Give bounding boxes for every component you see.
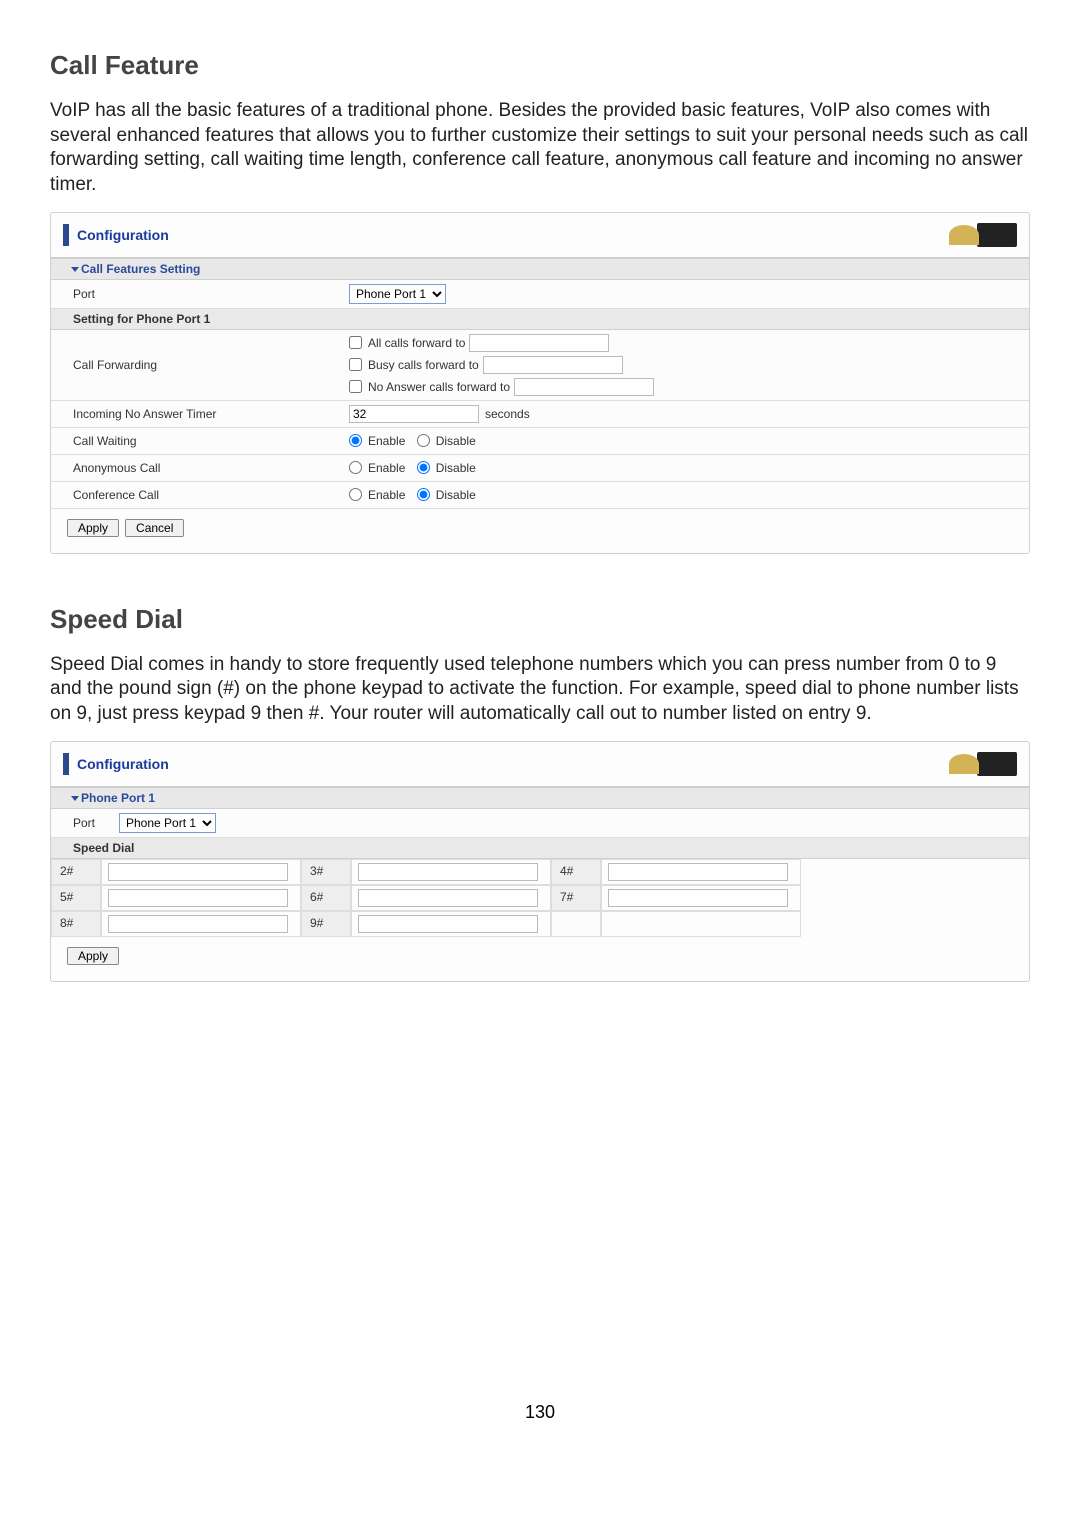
conference-call-disable-label: Disable <box>436 488 476 502</box>
noanswer-calls-forward-checkbox[interactable] <box>349 380 362 393</box>
conference-call-disable-radio[interactable] <box>417 488 430 501</box>
conference-call-enable-radio[interactable] <box>349 488 362 501</box>
sd-input-7[interactable] <box>608 889 788 907</box>
brand-logo <box>927 750 1017 778</box>
sd-label-4: 4# <box>551 859 601 885</box>
panel-header: Configuration <box>51 742 1029 787</box>
sd-input-3[interactable] <box>358 863 538 881</box>
sd-label-7: 7# <box>551 885 601 911</box>
all-calls-forward-label: All calls forward to <box>368 336 465 350</box>
call-features-setting-header[interactable]: Call Features Setting <box>51 258 1029 280</box>
call-waiting-disable-label: Disable <box>436 434 476 448</box>
speed-dial-panel: Configuration Phone Port 1 Port Phone Po… <box>50 741 1030 982</box>
panel-header: Configuration <box>51 213 1029 258</box>
page-number: 130 <box>50 1402 1030 1423</box>
sd-label-8: 8# <box>51 911 101 937</box>
apply-button[interactable]: Apply <box>67 519 119 537</box>
sd-input-6[interactable] <box>358 889 538 907</box>
anonymous-call-enable-radio[interactable] <box>349 461 362 474</box>
call-waiting-enable-radio[interactable] <box>349 434 362 447</box>
chevron-down-icon <box>71 267 79 272</box>
setting-for-port-header: Setting for Phone Port 1 <box>51 309 1029 330</box>
phone-port-1-header[interactable]: Phone Port 1 <box>51 787 1029 809</box>
cancel-button[interactable]: Cancel <box>125 519 184 537</box>
sd-input-5[interactable] <box>108 889 288 907</box>
busy-calls-forward-checkbox[interactable] <box>349 358 362 371</box>
panel-accent-bar <box>63 224 69 246</box>
call-forwarding-label: Call Forwarding <box>51 330 341 400</box>
anonymous-call-label: Anonymous Call <box>51 455 341 481</box>
sd-port-label: Port <box>51 809 111 837</box>
panel-title: Configuration <box>77 756 169 772</box>
all-calls-forward-checkbox[interactable] <box>349 336 362 349</box>
call-waiting-enable-label: Enable <box>368 434 405 448</box>
panel-accent-bar <box>63 753 69 775</box>
sd-label-2: 2# <box>51 859 101 885</box>
no-answer-timer-label: Incoming No Answer Timer <box>51 401 341 427</box>
call-feature-description: VoIP has all the basic features of a tra… <box>50 99 1030 198</box>
noanswer-calls-forward-label: No Answer calls forward to <box>368 380 510 394</box>
no-answer-timer-unit: seconds <box>485 407 530 421</box>
sd-label-3: 3# <box>301 859 351 885</box>
sd-empty <box>551 911 601 937</box>
sd-label-6: 6# <box>301 885 351 911</box>
all-calls-forward-input[interactable] <box>469 334 609 352</box>
sd-input-8[interactable] <box>108 915 288 933</box>
conference-call-label: Conference Call <box>51 482 341 508</box>
speed-dial-description: Speed Dial comes in handy to store frequ… <box>50 653 1030 727</box>
sd-input-9[interactable] <box>358 915 538 933</box>
brand-logo <box>927 221 1017 249</box>
call-feature-heading: Call Feature <box>50 50 1030 81</box>
sd-empty-cell <box>601 911 801 937</box>
sd-port-row: Port Phone Port 1 <box>51 809 1029 838</box>
anonymous-call-row: Anonymous Call Enable Disable <box>51 455 1029 482</box>
call-feature-panel: Configuration Call Features Setting Port… <box>50 212 1030 554</box>
call-forwarding-row: Call Forwarding All calls forward to Bus… <box>51 330 1029 401</box>
chevron-down-icon <box>71 796 79 801</box>
panel-title: Configuration <box>77 227 169 243</box>
busy-calls-forward-label: Busy calls forward to <box>368 358 479 372</box>
no-answer-timer-row: Incoming No Answer Timer seconds <box>51 401 1029 428</box>
conference-call-row: Conference Call Enable Disable <box>51 482 1029 509</box>
port-select[interactable]: Phone Port 1 <box>349 284 446 304</box>
anonymous-call-disable-label: Disable <box>436 461 476 475</box>
call-waiting-disable-radio[interactable] <box>417 434 430 447</box>
no-answer-timer-input[interactable] <box>349 405 479 423</box>
port-row: Port Phone Port 1 <box>51 280 1029 309</box>
call-waiting-label: Call Waiting <box>51 428 341 454</box>
busy-calls-forward-input[interactable] <box>483 356 623 374</box>
speed-dial-grid: 2# 3# 4# 5# 6# 7# 8# 9# <box>51 859 1029 937</box>
speed-dial-sub-header: Speed Dial <box>51 838 1029 859</box>
port-label: Port <box>51 280 341 308</box>
noanswer-calls-forward-input[interactable] <box>514 378 654 396</box>
anonymous-call-disable-radio[interactable] <box>417 461 430 474</box>
sd-label-9: 9# <box>301 911 351 937</box>
call-waiting-row: Call Waiting Enable Disable <box>51 428 1029 455</box>
conference-call-enable-label: Enable <box>368 488 405 502</box>
sd-label-5: 5# <box>51 885 101 911</box>
sd-apply-button[interactable]: Apply <box>67 947 119 965</box>
speed-dial-heading: Speed Dial <box>50 604 1030 635</box>
anonymous-call-enable-label: Enable <box>368 461 405 475</box>
sd-port-select[interactable]: Phone Port 1 <box>119 813 216 833</box>
sd-input-2[interactable] <box>108 863 288 881</box>
sd-input-4[interactable] <box>608 863 788 881</box>
